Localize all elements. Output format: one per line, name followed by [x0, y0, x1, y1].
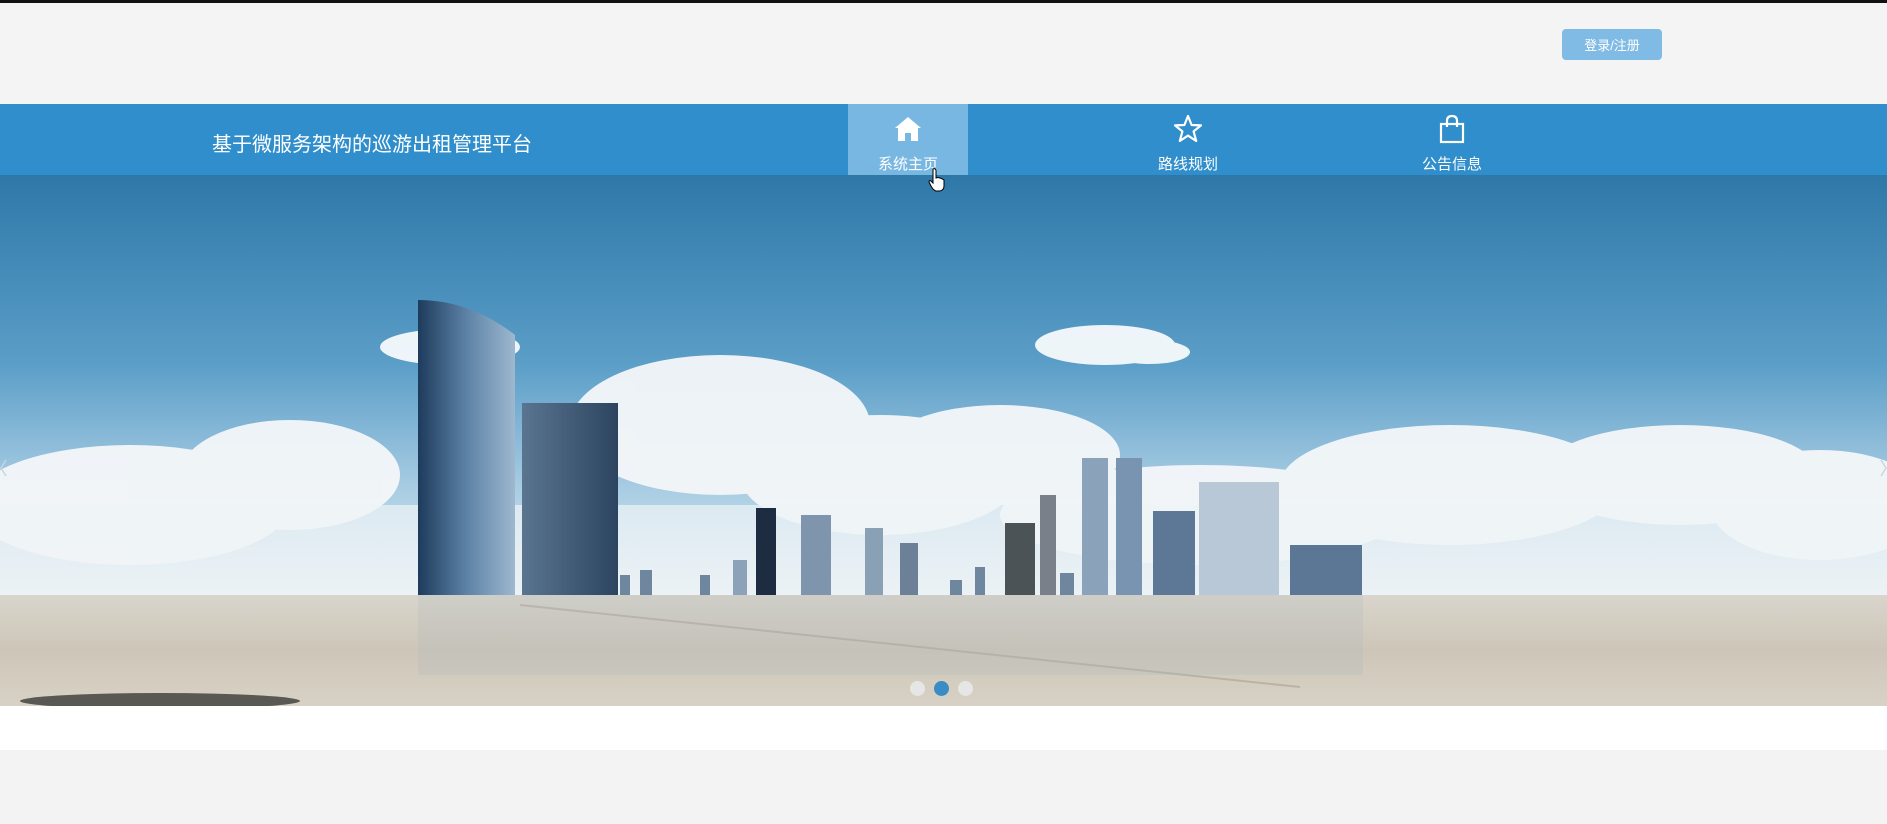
carousel-prev-arrow[interactable] — [0, 448, 18, 488]
shopping-bag-icon — [1436, 113, 1468, 145]
carousel-dot[interactable] — [910, 681, 925, 696]
nav-item-route-planning[interactable]: 路线规划 — [1128, 104, 1248, 175]
mouse-pointer-icon — [928, 168, 946, 192]
top-bar: 登录/注册 — [0, 0, 1887, 104]
nav-item-label: 路线规划 — [1157, 156, 1218, 173]
nav-item-label: 公告信息 — [1421, 156, 1482, 173]
nav-item-home[interactable]: 系统主页 — [848, 104, 968, 175]
site-title: 基于微服务架构的巡游出租管理平台 — [212, 134, 532, 156]
carousel-dot[interactable] — [958, 681, 973, 696]
page-footer-area — [0, 750, 1887, 824]
carousel-banner[interactable] — [0, 175, 1887, 706]
content-divider — [0, 706, 1887, 750]
carousel-next-arrow[interactable] — [1869, 448, 1887, 488]
city-skyline-image — [0, 175, 1887, 706]
star-icon — [1172, 113, 1204, 145]
nav-item-announcements[interactable]: 公告信息 — [1392, 104, 1512, 175]
carousel-dot-active[interactable] — [934, 681, 949, 696]
home-icon — [892, 113, 924, 145]
login-register-button[interactable]: 登录/注册 — [1562, 29, 1662, 60]
carousel-indicators — [910, 681, 973, 696]
navigation-bar: 基于微服务架构的巡游出租管理平台 系统主页 路线规划 公告信息 — [0, 104, 1887, 175]
